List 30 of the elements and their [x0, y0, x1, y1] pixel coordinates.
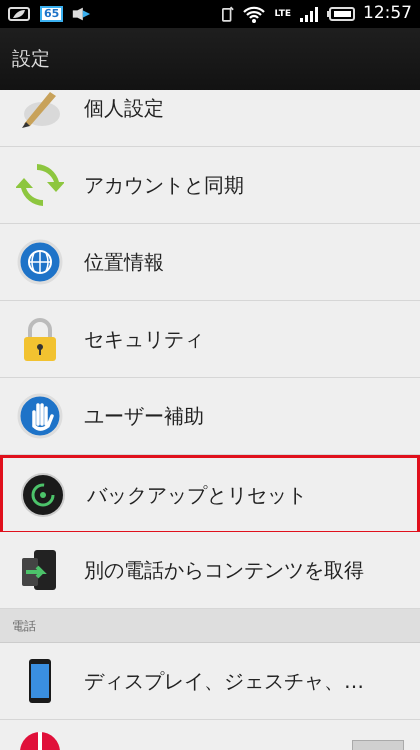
wifi-icon	[242, 4, 266, 24]
network-label: LTE	[274, 10, 291, 18]
row-label: ディスプレイ、ジェスチャ、…	[84, 668, 364, 695]
row-label: ユーザー補助	[84, 403, 204, 430]
settings-row[interactable]: アカウントと同期	[0, 147, 420, 224]
screen-title: 設定	[12, 46, 50, 72]
row-label: アカウントと同期	[84, 172, 244, 199]
speaker-icon	[71, 6, 92, 22]
sync-icon	[16, 161, 64, 209]
leaf-icon	[8, 6, 32, 22]
row-label: 別の電話からコンテンツを取得	[84, 557, 364, 584]
section-header: 電話	[0, 609, 420, 643]
settings-row[interactable]: ディスプレイ、ジェスチャ、…	[0, 643, 420, 720]
settings-row[interactable]: ユーザー補助	[0, 378, 420, 455]
hand-icon	[16, 392, 64, 440]
globe-icon	[16, 238, 64, 286]
settings-row[interactable]: バックアップとリセット	[0, 455, 420, 532]
signal-icon	[299, 6, 319, 22]
settings-row[interactable]: セキュリティ	[0, 301, 420, 378]
row-label: バックアップとリセット	[87, 482, 307, 508]
row-label: 位置情報	[84, 249, 164, 276]
row-label: 個人設定	[84, 95, 164, 122]
phone-icon	[222, 4, 234, 24]
backup-icon	[19, 470, 67, 518]
notification-badge: 65	[40, 6, 64, 22]
battery-icon	[327, 6, 355, 22]
settings-row[interactable]: 位置情報	[0, 224, 420, 301]
row-label: セキュリティ	[84, 326, 204, 353]
clock: 12:57	[363, 2, 412, 26]
settings-row[interactable]: 個人設定	[0, 90, 420, 147]
